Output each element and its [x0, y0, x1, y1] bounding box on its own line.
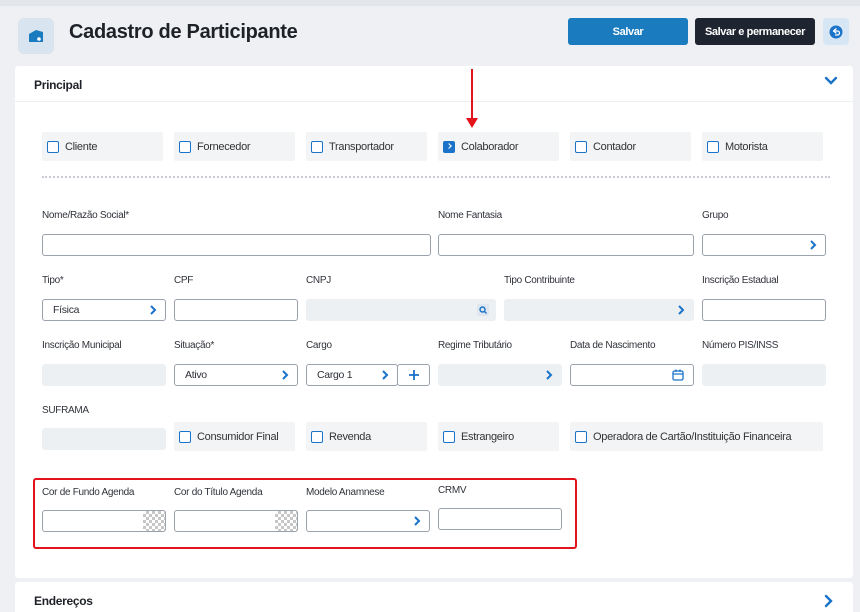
cargo-select[interactable]: Cargo 1 [306, 364, 398, 386]
principal-header[interactable]: Principal [15, 66, 853, 102]
field-label: Nome/Razão Social* [42, 210, 129, 221]
checkbox-label: Transportador [329, 140, 394, 153]
checkbox-label: Fornecedor [197, 140, 251, 153]
back-button[interactable] [823, 18, 849, 45]
separator [42, 176, 830, 178]
field-label: Inscrição Municipal [42, 340, 122, 351]
chevron-right-icon [382, 370, 389, 380]
regime-tributario-select[interactable] [438, 364, 562, 386]
data-nascimento-input[interactable] [570, 364, 694, 386]
chevron-right-icon [282, 370, 289, 380]
checkbox-operadora-cartao[interactable]: Operadora de Cartão/Instituição Financei… [570, 422, 823, 451]
field-label: CNPJ [306, 275, 331, 286]
checkbox-label: Consumidor Final [197, 430, 279, 443]
field-label: CPF [174, 275, 194, 286]
suframa-input[interactable] [42, 428, 166, 450]
checkbox-box[interactable] [575, 140, 587, 153]
app-logo-icon [18, 18, 54, 54]
field-label: Cargo [306, 340, 332, 351]
checkbox-contador[interactable]: Contador [570, 132, 691, 161]
checkbox-box[interactable] [707, 140, 719, 153]
checkbox-revenda[interactable]: Revenda [306, 422, 427, 451]
checkbox-label: Operadora de Cartão/Instituição Financei… [593, 430, 792, 443]
field-label: Inscrição Estadual [702, 275, 779, 286]
checkbox-label: Estrangeiro [461, 430, 514, 443]
checkbox-label: Cliente [65, 140, 98, 153]
field-label: SUFRAMA [42, 405, 89, 416]
field-label: Nome Fantasia [438, 210, 502, 221]
checkbox-colaborador[interactable]: Colaborador [438, 132, 559, 161]
save-button[interactable]: Salvar [568, 18, 688, 45]
chevron-right-icon [546, 370, 553, 380]
tipo-select[interactable]: Física [42, 299, 166, 321]
search-icon[interactable] [477, 304, 489, 316]
checkbox-box-checked[interactable] [443, 140, 455, 153]
checkbox-label: Revenda [329, 430, 371, 443]
checkbox-label: Motorista [725, 140, 768, 153]
calendar-icon[interactable] [672, 369, 684, 381]
select-value: Física [53, 304, 80, 316]
checkbox-label: Contador [593, 140, 636, 153]
field-label: Tipo* [42, 275, 64, 286]
checkbox-consumidor-final[interactable]: Consumidor Final [174, 422, 295, 451]
inscricao-estadual-input[interactable] [702, 299, 826, 321]
field-label: Número PIS/INSS [702, 340, 779, 351]
nome-razao-input[interactable] [42, 234, 431, 256]
cpf-input[interactable] [174, 299, 298, 321]
chevron-right-icon[interactable] [824, 594, 834, 608]
field-label: Tipo Contribuinte [504, 275, 575, 286]
checkbox-box[interactable] [47, 140, 59, 153]
chevron-right-icon [678, 305, 685, 315]
annotation-highlight-box [33, 478, 577, 549]
enderecos-panel[interactable]: Endereços [15, 582, 853, 612]
checkbox-fornecedor[interactable]: Fornecedor [174, 132, 295, 161]
field-label: Grupo [702, 210, 729, 221]
checkbox-motorista[interactable]: Motorista [702, 132, 823, 161]
chevron-right-icon [150, 305, 157, 315]
checkbox-estrangeiro[interactable]: Estrangeiro [438, 422, 559, 451]
checkbox-label: Colaborador [461, 140, 519, 153]
page-title: Cadastro de Participante [69, 21, 298, 43]
checkbox-box[interactable] [179, 430, 191, 443]
nome-fantasia-input[interactable] [438, 234, 694, 256]
grupo-select[interactable] [702, 234, 826, 256]
page-header: Cadastro de Participante Salvar Salvar e… [0, 6, 860, 60]
cnpj-input[interactable] [306, 299, 496, 321]
checkbox-box[interactable] [575, 430, 587, 443]
annotation-arrow-shaft [471, 69, 473, 123]
section-title-enderecos: Endereços [34, 594, 93, 608]
plus-icon [408, 370, 419, 380]
select-value: Cargo 1 [317, 369, 353, 381]
checkbox-cliente[interactable]: Cliente [42, 132, 163, 161]
checkbox-box[interactable] [311, 430, 323, 443]
add-cargo-button[interactable] [397, 364, 430, 386]
checkbox-box[interactable] [311, 140, 323, 153]
checkbox-box[interactable] [443, 430, 455, 443]
field-label: Data de Nascimento [570, 340, 656, 351]
select-value: Ativo [185, 369, 207, 381]
inscricao-municipal-input[interactable] [42, 364, 166, 386]
situacao-select[interactable]: Ativo [174, 364, 298, 386]
save-and-stay-button[interactable]: Salvar e permanecer [695, 18, 815, 45]
chevron-down-icon[interactable] [824, 76, 838, 86]
field-label: Situação* [174, 340, 215, 351]
section-title-principal: Principal [34, 78, 82, 92]
checkbox-box[interactable] [179, 140, 191, 153]
numero-pis-input[interactable] [702, 364, 826, 386]
annotation-arrow-head [466, 118, 478, 128]
checkbox-transportador[interactable]: Transportador [306, 132, 427, 161]
tipo-contribuinte-select[interactable] [504, 299, 694, 321]
field-label: Regime Tributário [438, 340, 512, 351]
chevron-right-icon [810, 240, 817, 250]
undo-icon [829, 25, 843, 38]
